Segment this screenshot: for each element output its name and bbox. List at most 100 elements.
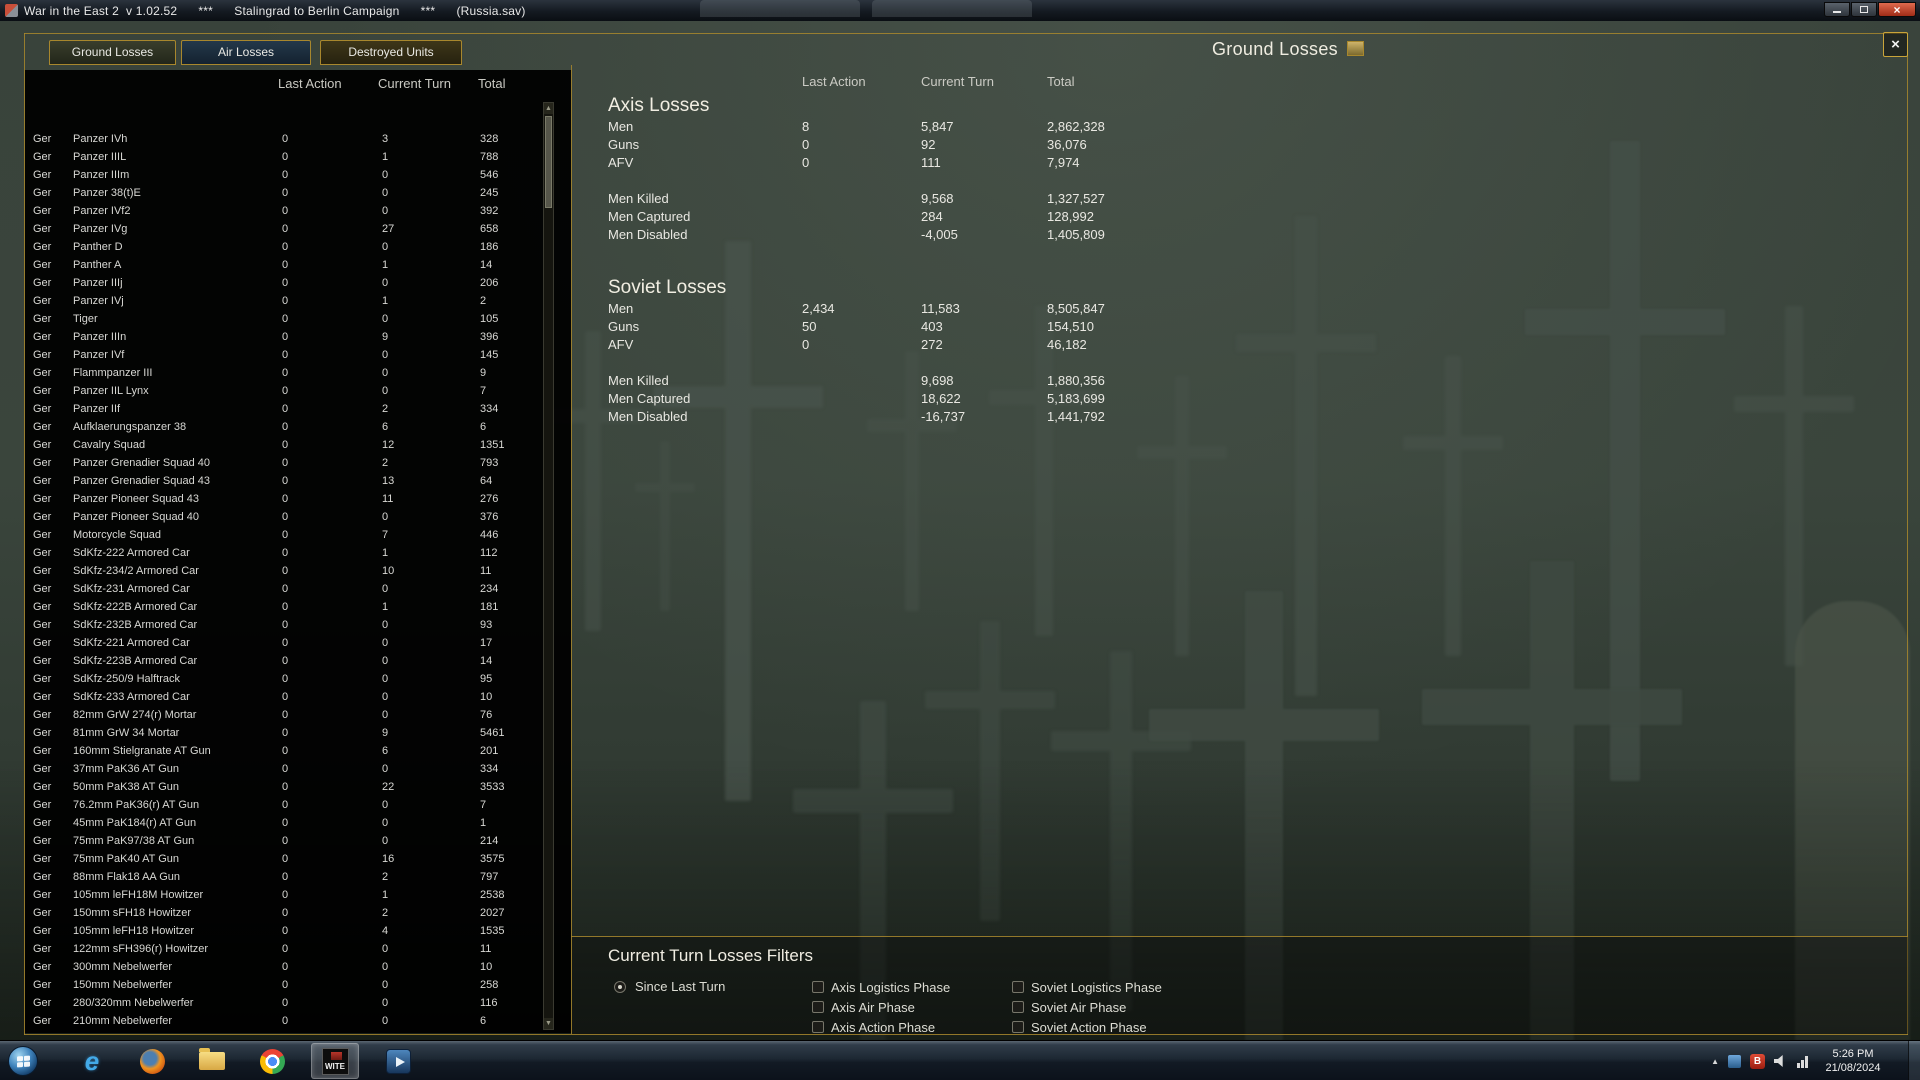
checkbox-icon[interactable] xyxy=(1012,1021,1024,1033)
start-button[interactable] xyxy=(8,1046,38,1076)
table-row[interactable]: Ger SdKfz-231 Armored Car 0 0 234 xyxy=(25,580,571,598)
table-row[interactable]: Ger SdKfz-234/2 Armored Car 0 10 11 xyxy=(25,562,571,580)
radio-icon[interactable] xyxy=(614,981,626,993)
table-row[interactable]: Ger Panther A 0 1 14 xyxy=(25,256,571,274)
table-row[interactable]: Ger 37mm PaK36 AT Gun 0 0 334 xyxy=(25,760,571,778)
action-center-icon[interactable] xyxy=(1728,1055,1741,1068)
table-row[interactable]: Ger 82mm GrW 274(r) Mortar 0 0 76 xyxy=(25,706,571,724)
table-row[interactable]: Ger 88mm Flak18 AA Gun 0 2 797 xyxy=(25,868,571,886)
since-last-turn-radio[interactable]: Since Last Turn xyxy=(614,979,725,994)
table-row[interactable]: Ger 81mm GrW 34 Mortar 0 9 5461 xyxy=(25,724,571,742)
table-row[interactable]: Ger 300mm Nebelwerfer 0 0 10 xyxy=(25,958,571,976)
checkbox-icon[interactable] xyxy=(812,1021,824,1033)
table-row[interactable]: Ger Panzer IIIL 0 1 788 xyxy=(25,148,571,166)
table-row[interactable]: Ger Panzer IVj 0 1 2 xyxy=(25,292,571,310)
table-row[interactable]: Ger 122mm sFH396(r) Howitzer 0 0 11 xyxy=(25,940,571,958)
table-row[interactable]: Ger Cavalry Squad 0 12 1351 xyxy=(25,436,571,454)
table-row[interactable]: Ger 280/320mm Nebelwerfer 0 0 116 xyxy=(25,994,571,1012)
checkbox-icon[interactable] xyxy=(812,1001,824,1013)
firefox-icon[interactable] xyxy=(128,1043,176,1079)
table-row[interactable]: Ger 105mm leFH18 Howitzer 0 4 1535 xyxy=(25,922,571,940)
table-row[interactable]: Ger 45mm PaK184(r) AT Gun 0 0 1 xyxy=(25,814,571,832)
table-row[interactable]: Ger 150mm sFH18 Howitzer 0 2 2027 xyxy=(25,904,571,922)
close-screen-button[interactable]: × xyxy=(1883,32,1908,57)
table-row[interactable]: Ger Panther D 0 0 186 xyxy=(25,238,571,256)
row-last-action: 0 xyxy=(282,166,288,184)
minimize-button[interactable] xyxy=(1824,2,1850,17)
taskbar-clock[interactable]: 5:26 PM 21/08/2024 xyxy=(1812,1047,1894,1075)
row-equipment-name: Flammpanzer III xyxy=(73,364,152,382)
row-current-turn: 1 xyxy=(382,292,388,310)
phase-filter-checkbox[interactable]: Axis Air Phase xyxy=(812,997,1012,1017)
scroll-down-icon[interactable]: ▼ xyxy=(544,1018,553,1029)
table-row[interactable]: Ger 75mm PaK97/38 AT Gun 0 0 214 xyxy=(25,832,571,850)
phase-filter-checkbox[interactable]: Axis Logistics Phase xyxy=(812,977,1012,997)
table-row[interactable]: Ger Panzer IIIn 0 9 396 xyxy=(25,328,571,346)
table-row[interactable]: Ger SdKfz-232B Armored Car 0 0 93 xyxy=(25,616,571,634)
checkbox-icon[interactable] xyxy=(1012,981,1024,993)
table-row[interactable]: Ger Panzer IIIm 0 0 546 xyxy=(25,166,571,184)
antivirus-tray-icon[interactable]: B xyxy=(1750,1054,1765,1069)
checkbox-icon[interactable] xyxy=(812,981,824,993)
table-row[interactable]: Ger Panzer Grenadier Squad 43 0 13 64 xyxy=(25,472,571,490)
phase-filter-checkbox[interactable]: Soviet Action Phase xyxy=(1012,1017,1252,1037)
scrollbar-thumb[interactable] xyxy=(545,116,552,208)
scroll-up-icon[interactable]: ▲ xyxy=(544,103,553,114)
row-total: 186 xyxy=(480,238,498,256)
table-row[interactable]: Ger 75mm PaK40 AT Gun 0 16 3575 xyxy=(25,850,571,868)
table-row[interactable]: Ger Motorcycle Squad 0 7 446 xyxy=(25,526,571,544)
table-row[interactable]: Ger Panzer IIf 0 2 334 xyxy=(25,400,571,418)
table-row[interactable]: Ger 160mm Stielgranate AT Gun 0 6 201 xyxy=(25,742,571,760)
report-icon[interactable] xyxy=(1347,41,1364,56)
table-row[interactable]: Ger 150mm Nebelwerfer 0 0 258 xyxy=(25,976,571,994)
table-scrollbar[interactable]: ▲ ▼ xyxy=(543,102,554,1030)
table-row[interactable]: Ger Panzer IIIj 0 0 206 xyxy=(25,274,571,292)
row-nationality: Ger xyxy=(33,778,51,796)
row-last-action: 0 xyxy=(282,292,288,310)
clock-date: 21/08/2024 xyxy=(1812,1061,1894,1075)
hidden-icons-arrow[interactable]: ▲ xyxy=(1711,1057,1719,1066)
wite-game-icon[interactable]: WITE xyxy=(311,1043,359,1079)
file-explorer-icon[interactable] xyxy=(188,1043,236,1079)
table-row[interactable]: Ger SdKfz-250/9 Halftrack 0 0 95 xyxy=(25,670,571,688)
checkbox-icon[interactable] xyxy=(1012,1001,1024,1013)
show-desktop-button[interactable] xyxy=(1908,1041,1920,1080)
table-row[interactable]: Ger Panzer IIL Lynx 0 0 7 xyxy=(25,382,571,400)
row-last-action: 0 xyxy=(282,598,288,616)
table-row[interactable]: Ger 105mm leFH18M Howitzer 0 1 2538 xyxy=(25,886,571,904)
table-row[interactable]: Ger SdKfz-221 Armored Car 0 0 17 xyxy=(25,634,571,652)
phase-filter-checkbox[interactable]: Soviet Logistics Phase xyxy=(1012,977,1252,997)
table-row[interactable]: Ger Panzer Pioneer Squad 40 0 0 376 xyxy=(25,508,571,526)
internet-explorer-icon[interactable]: e xyxy=(68,1043,116,1079)
phase-filter-checkbox[interactable]: Axis Action Phase xyxy=(812,1017,1012,1037)
table-row[interactable]: Ger Panzer Grenadier Squad 40 0 2 793 xyxy=(25,454,571,472)
phase-filter-checkbox[interactable]: Soviet Air Phase xyxy=(1012,997,1252,1017)
table-row[interactable]: Ger SdKfz-233 Armored Car 0 0 10 xyxy=(25,688,571,706)
table-row[interactable]: Ger SdKfz-222B Armored Car 0 1 181 xyxy=(25,598,571,616)
table-row[interactable]: Ger Tiger 0 0 105 xyxy=(25,310,571,328)
maximize-button[interactable] xyxy=(1851,2,1877,17)
close-window-button[interactable]: × xyxy=(1878,2,1916,17)
table-row[interactable]: Ger Aufklaerungspanzer 38 0 6 6 xyxy=(25,418,571,436)
table-row[interactable]: Ger Flammpanzer III 0 0 9 xyxy=(25,364,571,382)
table-row[interactable]: Ger Panzer IVf 0 0 145 xyxy=(25,346,571,364)
table-row[interactable]: Ger Panzer Pioneer Squad 43 0 11 276 xyxy=(25,490,571,508)
tab-air-losses[interactable]: Air Losses xyxy=(181,40,311,65)
table-row[interactable]: Ger Panzer IVf2 0 0 392 xyxy=(25,202,571,220)
network-icon[interactable] xyxy=(1797,1055,1808,1068)
table-row[interactable]: Ger SdKfz-222 Armored Car 0 1 112 xyxy=(25,544,571,562)
table-row[interactable]: Ger Panzer IVg 0 27 658 xyxy=(25,220,571,238)
table-row[interactable]: Ger Panzer 38(t)E 0 0 245 xyxy=(25,184,571,202)
table-row[interactable]: Ger SdKfz-223B Armored Car 0 0 14 xyxy=(25,652,571,670)
table-row[interactable]: Ger 76.2mm PaK36(r) AT Gun 0 0 7 xyxy=(25,796,571,814)
chrome-icon[interactable] xyxy=(248,1043,296,1079)
tab-ground-losses[interactable]: Ground Losses xyxy=(49,40,176,65)
volume-icon[interactable] xyxy=(1774,1055,1788,1068)
tab-destroyed-units[interactable]: Destroyed Units xyxy=(320,40,462,65)
column-header-current-turn: Current Turn xyxy=(921,74,994,89)
row-equipment-name: 88mm Flak18 AA Gun xyxy=(73,868,180,886)
media-player-icon[interactable] xyxy=(374,1043,422,1079)
table-row[interactable]: Ger 210mm Nebelwerfer 0 0 6 xyxy=(25,1012,571,1030)
table-row[interactable]: Ger Panzer IVh 0 3 328 xyxy=(25,130,571,148)
table-row[interactable]: Ger 50mm PaK38 AT Gun 0 22 3533 xyxy=(25,778,571,796)
